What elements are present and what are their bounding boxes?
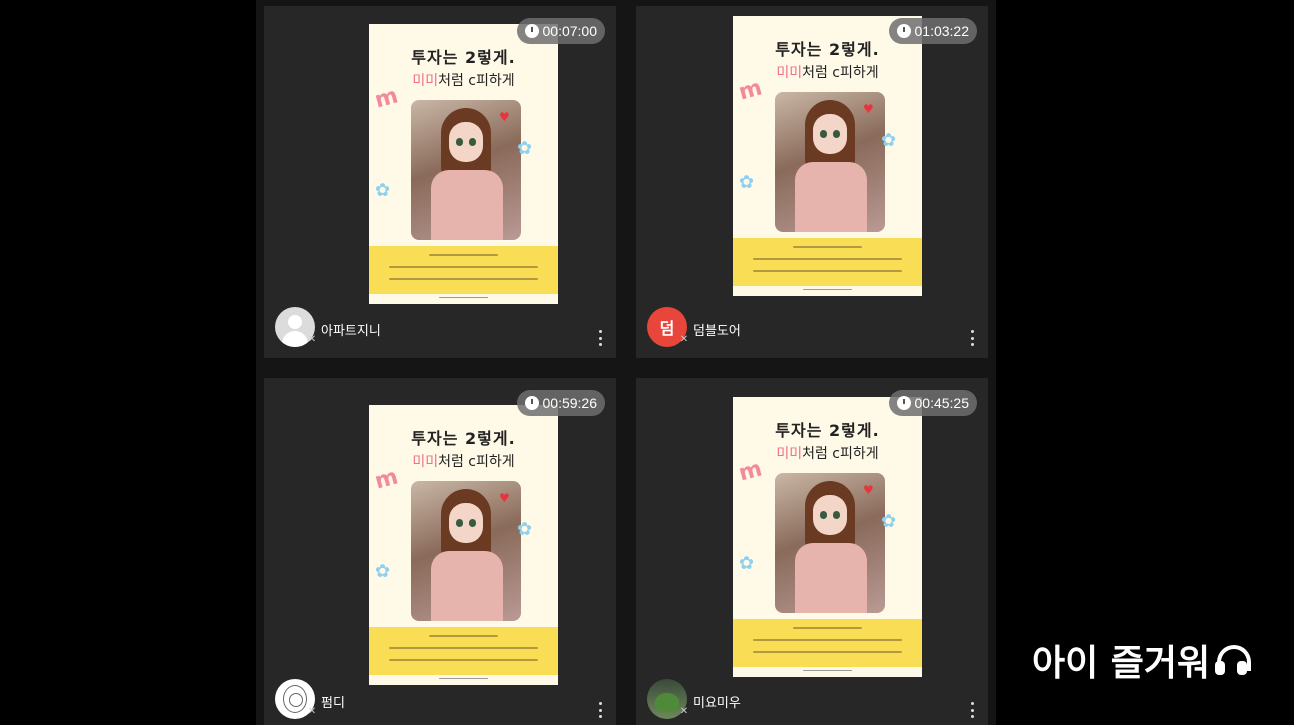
timer-text: 00:59:26 xyxy=(542,395,598,411)
mic-off-icon: ✕ xyxy=(679,334,689,345)
participant-name: 미요미우 xyxy=(693,695,741,710)
flower-icon: ✿ xyxy=(739,172,755,193)
flower-icon: ✿ xyxy=(739,553,755,574)
participant-name: 펌디 xyxy=(321,695,345,710)
poster-title: 투자는 2렇게. xyxy=(411,48,516,67)
caption-text: 아이 즐거워 xyxy=(1032,643,1211,684)
poster-subtitle: 미미처럼 c피하게 xyxy=(412,454,515,470)
participant-tile[interactable]: 투자는 2렇게. 미미처럼 c피하게 m ✿ ✿ ♥ 00:45:25 ✕ 미요… xyxy=(636,378,988,725)
poster-caption-band xyxy=(369,246,558,294)
more-vertical-icon[interactable] xyxy=(598,330,602,346)
participant-tile[interactable]: 투자는 2렇게. 미미처럼 c피하게 m ✿ ✿ ♥ 00:07:00 ✕ 아파… xyxy=(264,6,616,358)
flower-icon: ✿ xyxy=(517,138,533,159)
heart-icon: ♥ xyxy=(863,483,874,497)
timer-text: 00:45:25 xyxy=(914,395,970,411)
participant-tile[interactable]: 투자는 2렇게. 미미처럼 c피하게 m ✿ ✿ ♥ 01:03:22 덤 ✕ … xyxy=(636,6,988,358)
more-vertical-icon[interactable] xyxy=(598,702,602,718)
clock-icon xyxy=(896,24,911,38)
poster-title: 투자는 2렇게. xyxy=(775,421,880,440)
poster-caption-band xyxy=(369,627,558,675)
flower-icon: ✿ xyxy=(881,511,897,532)
shared-poster: 투자는 2렇게. 미미처럼 c피하게 m ✿ ✿ ♥ xyxy=(369,24,558,304)
shared-poster: 투자는 2렇게. 미미처럼 c피하게 m ✿ ✿ ♥ xyxy=(733,397,922,677)
shared-poster: 투자는 2렇게. 미미처럼 c피하게 m ✿ ✿ ♥ xyxy=(369,405,558,685)
participant-name: 덤블도어 xyxy=(693,323,741,338)
heart-icon: ♥ xyxy=(499,491,510,505)
mic-off-icon: ✕ xyxy=(307,334,317,345)
elapsed-timer: 00:45:25 xyxy=(888,390,977,416)
caption-overlay: 아이 즐거워 xyxy=(1032,634,1252,686)
elapsed-timer: 01:03:22 xyxy=(888,18,977,44)
elapsed-timer: 00:59:26 xyxy=(516,390,605,416)
timer-text: 00:07:00 xyxy=(542,23,598,39)
poster-title: 투자는 2렇게. xyxy=(411,429,516,448)
clock-icon xyxy=(896,396,911,410)
clock-icon xyxy=(524,396,539,410)
headphones-icon xyxy=(1212,641,1252,679)
heart-icon: ♥ xyxy=(499,110,510,124)
participant-name: 아파트지니 xyxy=(321,323,381,338)
flower-icon: ✿ xyxy=(517,519,533,540)
elapsed-timer: 00:07:00 xyxy=(516,18,605,44)
poster-subtitle: 미미처럼 c피하게 xyxy=(776,446,879,462)
mic-off-icon: ✕ xyxy=(307,706,317,717)
poster-subtitle: 미미처럼 c피하게 xyxy=(412,73,515,89)
flower-icon: ✿ xyxy=(881,130,897,151)
shared-poster: 투자는 2렇게. 미미처럼 c피하게 m ✿ ✿ ♥ xyxy=(733,16,922,296)
poster-caption-band xyxy=(733,238,922,286)
mic-off-icon: ✕ xyxy=(679,706,689,717)
participant-tile[interactable]: 투자는 2렇게. 미미처럼 c피하게 m ✿ ✿ ♥ 00:59:26 ✕ 펌디 xyxy=(264,378,616,725)
timer-text: 01:03:22 xyxy=(914,23,970,39)
flower-icon: ✿ xyxy=(375,180,391,201)
more-vertical-icon[interactable] xyxy=(970,330,974,346)
poster-subtitle: 미미처럼 c피하게 xyxy=(776,65,879,81)
clock-icon xyxy=(524,24,539,38)
heart-icon: ♥ xyxy=(863,102,874,116)
poster-caption-band xyxy=(733,619,922,667)
more-vertical-icon[interactable] xyxy=(970,702,974,718)
flower-icon: ✿ xyxy=(375,561,391,582)
